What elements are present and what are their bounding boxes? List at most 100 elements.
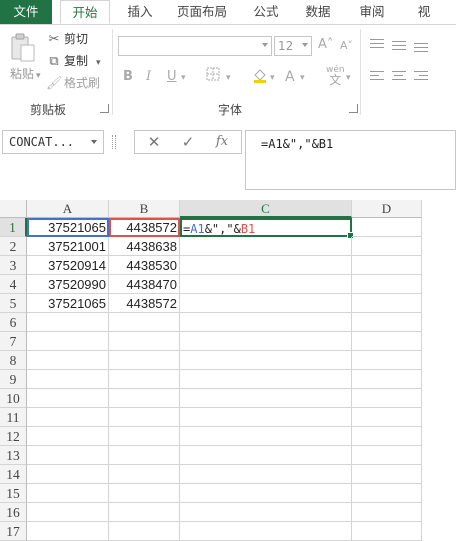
cell-d9[interactable] <box>352 370 422 389</box>
cell-a11[interactable] <box>27 408 109 427</box>
cell-b16[interactable] <box>109 503 180 522</box>
cell-c2[interactable] <box>180 237 352 256</box>
cell-a13[interactable] <box>27 446 109 465</box>
name-box[interactable]: CONCAT... <box>2 130 104 154</box>
cell-d7[interactable] <box>352 332 422 351</box>
active-cell-c1[interactable]: =A1&","&B1 <box>180 218 354 239</box>
cell-c8[interactable] <box>180 351 352 370</box>
phonetic-guide-button[interactable]: wén 文 <box>326 65 345 86</box>
cell-d17[interactable] <box>352 522 422 541</box>
cell-d16[interactable] <box>352 503 422 522</box>
cell-d8[interactable] <box>352 351 422 370</box>
cell-b3[interactable]: 4438530 <box>109 256 180 275</box>
cell-a10[interactable] <box>27 389 109 408</box>
font-launcher-icon[interactable] <box>349 104 358 113</box>
row-header[interactable]: 17 <box>0 522 27 541</box>
cell-b8[interactable] <box>109 351 180 370</box>
increase-font-size-button[interactable]: A˄ <box>318 37 333 52</box>
cancel-button[interactable]: ✕ <box>143 133 165 151</box>
row-header[interactable]: 8 <box>0 351 27 370</box>
row-header[interactable]: 9 <box>0 370 27 389</box>
row-header[interactable]: 1 <box>0 218 27 237</box>
cell-b13[interactable] <box>109 446 180 465</box>
cell-c3[interactable] <box>180 256 352 275</box>
row-header[interactable]: 5 <box>0 294 27 313</box>
cell-c15[interactable] <box>180 484 352 503</box>
cell-a15[interactable] <box>27 484 109 503</box>
cell-c17[interactable] <box>180 522 352 541</box>
chevron-down-icon[interactable]: ▾ <box>226 73 231 83</box>
column-header-a[interactable]: A <box>27 200 109 218</box>
cell-a7[interactable] <box>27 332 109 351</box>
select-all-button[interactable] <box>0 200 27 218</box>
clipboard-launcher-icon[interactable] <box>100 104 109 113</box>
cell-b6[interactable] <box>109 313 180 332</box>
row-header[interactable]: 12 <box>0 427 27 446</box>
tab-review[interactable]: 审阅 <box>352 0 392 24</box>
cell-c12[interactable] <box>180 427 352 446</box>
cell-d4[interactable] <box>352 275 422 294</box>
cell-a12[interactable] <box>27 427 109 446</box>
enter-button[interactable]: ✓ <box>177 133 199 151</box>
cell-b10[interactable] <box>109 389 180 408</box>
chevron-down-icon[interactable]: ▾ <box>300 73 305 83</box>
cell-b1[interactable]: 4438572 <box>109 218 180 237</box>
align-right-icon[interactable] <box>414 71 428 83</box>
tab-view[interactable]: 视 <box>404 0 444 24</box>
cell-c16[interactable] <box>180 503 352 522</box>
chevron-down-icon[interactable]: ▾ <box>346 73 351 83</box>
row-header[interactable]: 10 <box>0 389 27 408</box>
paste-button[interactable] <box>10 33 36 63</box>
formula-input[interactable]: =A1&","&B1 <box>245 130 456 190</box>
cell-b2[interactable]: 4438638 <box>109 237 180 256</box>
cell-d13[interactable] <box>352 446 422 465</box>
chevron-down-icon[interactable]: ▾ <box>181 73 186 83</box>
cell-b11[interactable] <box>109 408 180 427</box>
align-center-icon[interactable] <box>392 71 406 83</box>
cell-c4[interactable] <box>180 275 352 294</box>
tab-data[interactable]: 数据 <box>298 0 338 24</box>
resize-handle[interactable] <box>112 135 116 149</box>
tab-home[interactable]: 开始 <box>60 0 110 24</box>
cell-b5[interactable]: 4438572 <box>109 294 180 313</box>
cell-c5[interactable] <box>180 294 352 313</box>
row-header[interactable]: 2 <box>0 237 27 256</box>
align-middle-icon[interactable] <box>392 41 406 53</box>
cell-b9[interactable] <box>109 370 180 389</box>
borders-button[interactable] <box>206 67 220 85</box>
align-bottom-icon[interactable] <box>414 43 428 55</box>
fill-color-button[interactable] <box>252 67 268 87</box>
row-header[interactable]: 14 <box>0 465 27 484</box>
cell-d3[interactable] <box>352 256 422 275</box>
cell-d1[interactable] <box>352 218 422 237</box>
font-size-select[interactable]: 12 <box>274 36 312 56</box>
row-header[interactable]: 4 <box>0 275 27 294</box>
cell-a4[interactable]: 37520990 <box>27 275 109 294</box>
cell-c6[interactable] <box>180 313 352 332</box>
cell-c7[interactable] <box>180 332 352 351</box>
cell-c10[interactable] <box>180 389 352 408</box>
copy-button[interactable]: ⧉ 复制 ▾ <box>46 51 100 71</box>
cell-b12[interactable] <box>109 427 180 446</box>
cell-d14[interactable] <box>352 465 422 484</box>
row-header[interactable]: 7 <box>0 332 27 351</box>
bold-button[interactable]: B <box>123 69 133 84</box>
cell-b14[interactable] <box>109 465 180 484</box>
row-header[interactable]: 13 <box>0 446 27 465</box>
cell-d11[interactable] <box>352 408 422 427</box>
italic-button[interactable]: I <box>146 69 151 84</box>
row-header[interactable]: 3 <box>0 256 27 275</box>
cell-d6[interactable] <box>352 313 422 332</box>
tab-file[interactable]: 文件 <box>0 0 52 24</box>
align-top-icon[interactable] <box>370 39 384 51</box>
row-header[interactable]: 16 <box>0 503 27 522</box>
cell-b4[interactable]: 4438470 <box>109 275 180 294</box>
cell-a8[interactable] <box>27 351 109 370</box>
chevron-down-icon[interactable]: ▾ <box>270 73 275 83</box>
cell-a14[interactable] <box>27 465 109 484</box>
row-header[interactable]: 11 <box>0 408 27 427</box>
cell-a2[interactable]: 37521001 <box>27 237 109 256</box>
cell-d15[interactable] <box>352 484 422 503</box>
column-header-b[interactable]: B <box>109 200 180 218</box>
font-color-button[interactable]: A <box>285 69 295 85</box>
